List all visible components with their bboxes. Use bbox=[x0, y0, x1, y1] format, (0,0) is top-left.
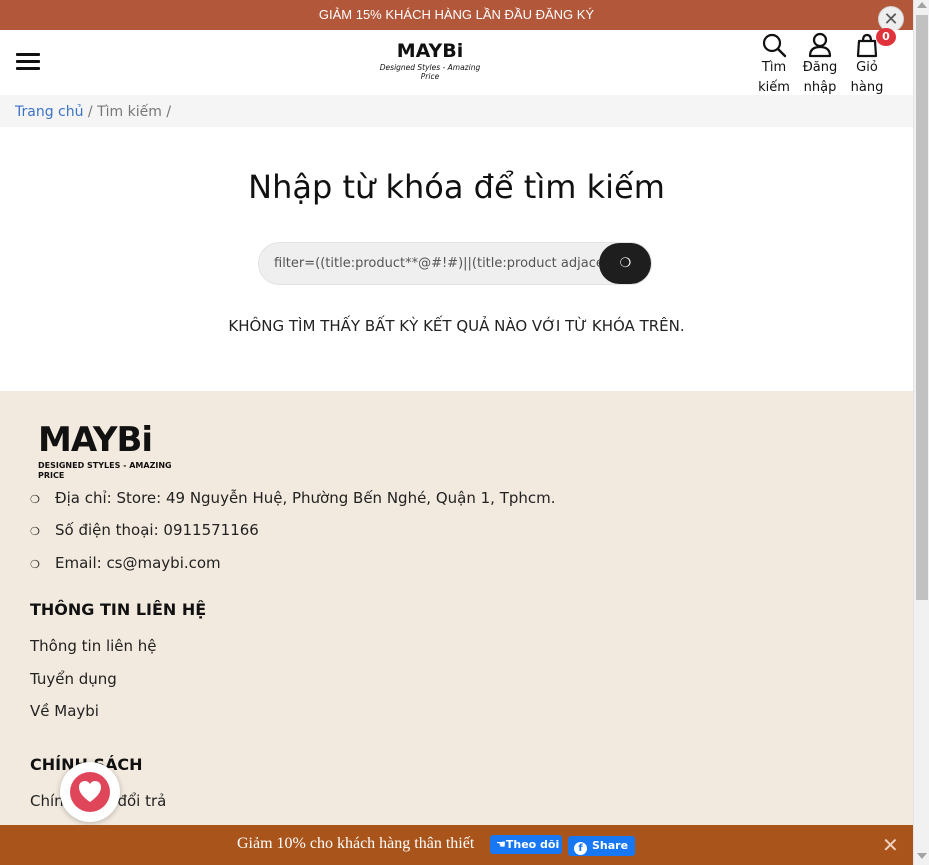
search-icon bbox=[762, 33, 787, 58]
footer-email: ❍ Email: cs@maybi.com bbox=[30, 554, 221, 572]
scrollbar-thumb[interactable] bbox=[916, 15, 928, 600]
bullet-icon: ❍ bbox=[30, 525, 40, 538]
scroll-up-arrow-icon[interactable] bbox=[917, 2, 927, 8]
email-text[interactable]: Email: cs@maybi.com bbox=[55, 554, 221, 572]
scroll-down-arrow-icon[interactable] bbox=[917, 853, 927, 859]
bullet-icon: ❍ bbox=[30, 493, 40, 506]
header-search[interactable]: Tìm kiếm bbox=[757, 32, 791, 98]
search-form: filter=((title:product**@#!#)||(title:pr… bbox=[258, 242, 652, 285]
wishlist-circle bbox=[70, 772, 110, 812]
footer-logo-word: MAYBi bbox=[38, 420, 153, 460]
logo-tagline: Designed Styles - Amazing Price bbox=[379, 63, 481, 81]
breadcrumb-separator: / bbox=[161, 104, 172, 120]
header-login[interactable]: Đăng nhập bbox=[801, 32, 839, 98]
footer-logo-tagline: DESIGNED STYLES - AMAZING PRICE bbox=[38, 461, 172, 480]
promo-banner[interactable]: GIẢM 15% KHÁCH HÀNG LẦN ĐẦU ĐĂNG KÝ bbox=[0, 0, 913, 30]
facebook-share-button[interactable]: f Share bbox=[568, 836, 635, 856]
heart-icon bbox=[79, 781, 101, 802]
close-icon: ✕ bbox=[883, 9, 899, 30]
breadcrumb-current: Tìm kiếm bbox=[97, 104, 162, 120]
page-scrollbar[interactable] bbox=[913, 0, 929, 865]
footer-link-contact[interactable]: Thông tin liên hệ bbox=[30, 637, 157, 655]
facebook-follow-button[interactable]: ☚Theo dõi bbox=[490, 835, 562, 854]
menu-icon[interactable] bbox=[16, 53, 40, 71]
share-label: Share bbox=[592, 839, 629, 852]
no-result-message: KHÔNG TÌM THẤY BẤT KỲ KẾT QUẢ NÀO VỚI TỪ… bbox=[228, 317, 685, 335]
footer-address: ❍ Địa chỉ: Store: 49 Nguyễn Huệ, Phường B… bbox=[30, 489, 556, 507]
cart-label-1: Giỏ bbox=[856, 60, 878, 75]
search-input[interactable]: filter=((title:product**@#!#)||(title:pr… bbox=[259, 243, 599, 284]
thumbs-up-icon: ☚ bbox=[496, 838, 506, 851]
site-header: MAYBi Designed Styles - Amazing Price Tì… bbox=[0, 30, 913, 95]
search-label-1: Tìm bbox=[761, 60, 787, 75]
loyalty-bar: Giảm 10% cho khách hàng thân thiết ☚Theo… bbox=[0, 825, 913, 865]
address-text: Địa chỉ: Store: 49 Nguyễn Huệ, Phường Bế… bbox=[55, 489, 556, 507]
wishlist-button[interactable] bbox=[60, 762, 120, 822]
promo-text: GIẢM 15% KHÁCH HÀNG LẦN ĐẦU ĐĂNG KÝ bbox=[318, 7, 595, 22]
footer-link-careers[interactable]: Tuyển dụng bbox=[30, 670, 117, 688]
follow-label: Theo dõi bbox=[505, 838, 560, 851]
footer-link-about[interactable]: Về Maybi bbox=[30, 702, 99, 720]
footer-logo[interactable]: MAYBi DESIGNED STYLES - AMAZING PRICE bbox=[38, 421, 188, 481]
site-footer: MAYBi DESIGNED STYLES - AMAZING PRICE ❍ Đ… bbox=[0, 391, 913, 831]
facebook-icon: f bbox=[574, 842, 587, 855]
search-submit-button[interactable]: ❍ bbox=[599, 243, 651, 284]
phone-text[interactable]: Số điện thoại: 0911571166 bbox=[55, 521, 259, 539]
logo-word: MAYBi bbox=[396, 40, 464, 62]
breadcrumb-separator: / bbox=[83, 104, 98, 120]
search-button-icon: ❍ bbox=[619, 256, 632, 271]
user-icon bbox=[808, 32, 832, 58]
loyalty-bar-close-icon[interactable]: ✕ bbox=[882, 833, 899, 857]
footer-phone: ❍ Số điện thoại: 0911571166 bbox=[30, 521, 259, 539]
page-title: Nhập từ khóa để tìm kiếm bbox=[248, 168, 665, 206]
breadcrumb-home-link[interactable]: Trang chủ bbox=[15, 104, 83, 120]
loyalty-text: Giảm 10% cho khách hàng thân thiết bbox=[237, 835, 475, 852]
breadcrumb: Trang chủ / Tìm kiếm / bbox=[0, 95, 913, 127]
page: GIẢM 15% KHÁCH HÀNG LẦN ĐẦU ĐĂNG KÝ ✕ MA… bbox=[0, 0, 929, 865]
bullet-icon: ❍ bbox=[30, 558, 40, 571]
contact-heading: THÔNG TIN LIÊN HỆ bbox=[30, 600, 207, 619]
login-label-1: Đăng bbox=[802, 60, 838, 75]
cart-count-badge: 0 bbox=[876, 28, 896, 46]
site-logo[interactable]: MAYBi Designed Styles - Amazing Price bbox=[370, 40, 490, 81]
